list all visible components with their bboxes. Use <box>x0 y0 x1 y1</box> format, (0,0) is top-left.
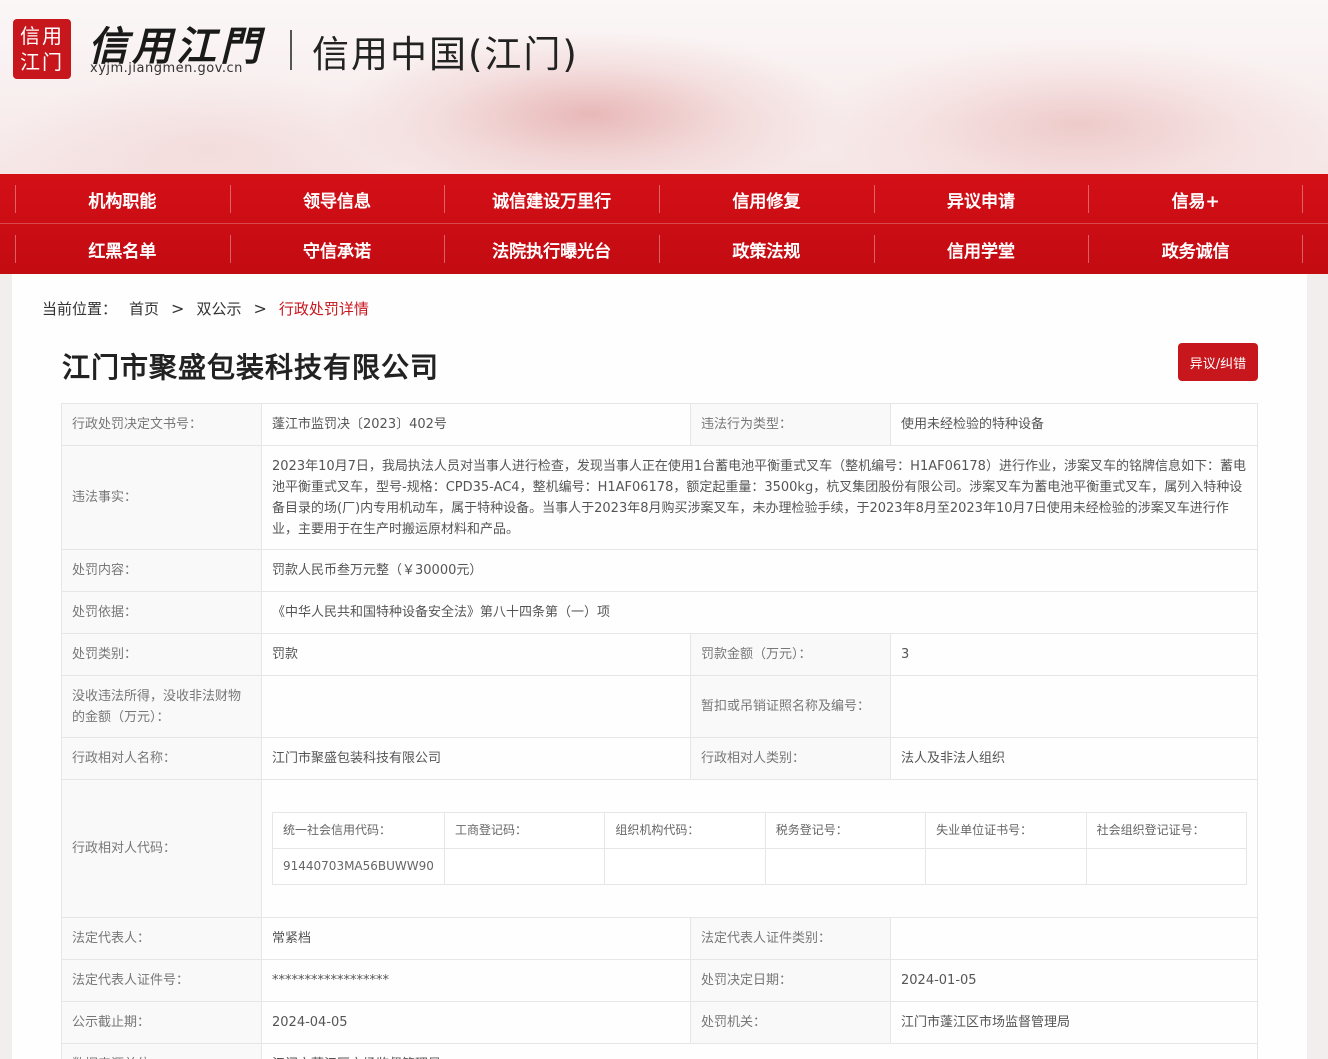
field-label: 违法事实： <box>61 445 262 550</box>
table-row: 行政相对人名称： 江门市聚盛包装科技有限公司 行政相对人类别： 法人及非法人组织 <box>61 737 1258 780</box>
table-row: 处罚内容： 罚款人民币叁万元整（￥30000元） <box>61 549 1258 592</box>
field-value: 法人及非法人组织 <box>890 737 1258 780</box>
nav-item[interactable]: 政策法规 <box>659 224 874 274</box>
nav-item[interactable]: 诚信建设万里行 <box>444 174 659 224</box>
code-header: 组织机构代码： <box>604 812 766 849</box>
field-label: 没收违法所得，没收非法财物的金额（万元）： <box>61 675 262 738</box>
field-label: 处罚内容： <box>61 549 262 592</box>
field-label: 处罚类别： <box>61 633 262 676</box>
field-label: 处罚决定日期： <box>690 959 891 1002</box>
main-nav: 机构职能 领导信息 诚信建设万里行 信用修复 异议申请 信易+ 红黑名单 守信承… <box>0 174 1328 274</box>
nav-item[interactable]: 机构职能 <box>15 174 230 224</box>
field-value: 罚款 <box>261 633 691 676</box>
site-title: 信用中国(江门) <box>312 33 579 76</box>
field-value <box>890 675 1258 738</box>
code-header: 统一社会信用代码： <box>272 812 445 849</box>
nav-item[interactable]: 守信承诺 <box>229 224 445 274</box>
code-header: 失业单位证书号： <box>925 812 1087 849</box>
logo-url: xyjm.jiangmen.gov.cn <box>90 61 243 76</box>
subtable-header-row: 统一社会信用代码： 工商登记码： 组织机构代码： 税务登记号： 失业单位证书号：… <box>272 812 1248 849</box>
field-value: 常紧档 <box>261 917 691 960</box>
table-row: 法定代表人： 常紧档 法定代表人证件类别： <box>61 917 1258 960</box>
banner-decoration <box>820 40 1328 174</box>
field-label: 行政相对人名称： <box>61 737 262 780</box>
logo-seal-icon[interactable]: 信用江门 <box>13 19 71 79</box>
field-label: 法定代表人证件类别： <box>690 917 891 960</box>
field-value: 使用未经检验的特种设备 <box>890 403 1258 446</box>
breadcrumb: 当前位置： 首页 > 双公示 > 行政处罚详情 <box>42 298 369 319</box>
objection-button[interactable]: 异议/纠错 <box>1178 343 1258 381</box>
nav-item[interactable]: 政务诚信 <box>1088 224 1303 274</box>
breadcrumb-label: 当前位置： <box>42 300 118 318</box>
table-row: 处罚依据： 《中华人民共和国特种设备安全法》第八十四条第（一）项 <box>61 591 1258 634</box>
field-label: 数据来源单位： <box>61 1043 262 1059</box>
table-row: 公示截止期： 2024-04-05 处罚机关： 江门市蓬江区市场监督管理局 <box>61 1001 1258 1044</box>
table-row: 法定代表人证件号： ****************** 处罚决定日期： 202… <box>61 959 1258 1002</box>
table-row: 违法事实： 2023年10月7日，我局执法人员对当事人进行检查，发现当事人正在使… <box>61 445 1258 550</box>
company-title: 江门市聚盛包装科技有限公司 <box>62 351 440 384</box>
subtable-value-row: 91440703MA56BUWW90 <box>272 848 1248 885</box>
breadcrumb-level1-link[interactable]: 双公示 <box>196 298 241 319</box>
breadcrumb-current: 行政处罚详情 <box>278 300 369 318</box>
logo-divider <box>290 30 292 70</box>
nav-item[interactable]: 领导信息 <box>229 174 445 224</box>
breadcrumb-separator: > <box>171 299 185 318</box>
field-label: 行政处罚决定文书号： <box>61 403 262 446</box>
field-label: 法定代表人证件号： <box>61 959 262 1002</box>
field-value: 2024-04-05 <box>261 1001 691 1044</box>
field-label: 行政相对人类别： <box>690 737 891 780</box>
nav-row-1: 机构职能 领导信息 诚信建设万里行 信用修复 异议申请 信易+ <box>15 174 1303 224</box>
field-value: 江门市聚盛包装科技有限公司 <box>261 737 691 780</box>
field-label: 暂扣或吊销证照名称及编号： <box>690 675 891 738</box>
code-value <box>1085 848 1248 885</box>
nav-item[interactable]: 信易+ <box>1088 174 1303 224</box>
field-label: 公示截止期： <box>61 1001 262 1044</box>
code-header: 工商登记码： <box>443 812 606 849</box>
field-label: 法定代表人： <box>61 917 262 960</box>
header-banner: 信用江门 信用江門 xyjm.jiangmen.gov.cn 信用中国(江门) <box>0 0 1328 174</box>
nav-row-2: 红黑名单 守信承诺 法院执行曝光台 政策法规 信用学堂 政务诚信 <box>15 224 1303 274</box>
code-value <box>764 848 927 885</box>
field-value: 罚款人民币叁万元整（￥30000元） <box>261 549 1258 592</box>
field-value: 江门市蓬江区市场监督管理局 <box>261 1043 1258 1059</box>
field-value <box>890 917 1258 960</box>
table-row: 没收违法所得，没收非法财物的金额（万元）： 暂扣或吊销证照名称及编号： <box>61 675 1258 738</box>
code-value <box>925 848 1087 885</box>
code-value <box>443 848 606 885</box>
code-header: 社会组织登记证号： <box>1085 812 1248 849</box>
field-label: 处罚依据： <box>61 591 262 634</box>
field-value: 蓬江市监罚决〔2023〕402号 <box>261 403 691 446</box>
field-value: ****************** <box>261 959 691 1002</box>
field-value: 2023年10月7日，我局执法人员对当事人进行检查，发现当事人正在使用1台蓄电池… <box>261 445 1258 550</box>
field-value: 2024-01-05 <box>890 959 1258 1002</box>
breadcrumb-separator: > <box>253 299 267 318</box>
field-value: 江门市蓬江区市场监督管理局 <box>890 1001 1258 1044</box>
breadcrumb-home-link[interactable]: 首页 <box>129 298 159 319</box>
content-panel: 当前位置： 首页 > 双公示 > 行政处罚详情 江门市聚盛包装科技有限公司 异议… <box>12 274 1307 1059</box>
code-value <box>604 848 766 885</box>
nav-item[interactable]: 异议申请 <box>873 174 1089 224</box>
field-label: 处罚机关： <box>690 1001 891 1044</box>
field-label: 违法行为类型： <box>690 403 891 446</box>
nav-item[interactable]: 红黑名单 <box>15 224 230 274</box>
penalty-detail-table: 行政处罚决定文书号： 蓬江市监罚决〔2023〕402号 违法行为类型： 使用未经… <box>61 403 1258 1059</box>
nav-item[interactable]: 法院执行曝光台 <box>444 224 659 274</box>
code-header: 税务登记号： <box>764 812 927 849</box>
field-value <box>261 675 691 738</box>
nav-item[interactable]: 信用学堂 <box>873 224 1089 274</box>
table-row: 行政处罚决定文书号： 蓬江市监罚决〔2023〕402号 违法行为类型： 使用未经… <box>61 403 1258 446</box>
table-row: 行政相对人代码： 统一社会信用代码： 工商登记码： 组织机构代码： 税务登记号：… <box>61 779 1258 918</box>
field-label: 行政相对人代码： <box>61 779 262 918</box>
party-code-subtable: 统一社会信用代码： 工商登记码： 组织机构代码： 税务登记号： 失业单位证书号：… <box>272 812 1248 885</box>
field-value: 《中华人民共和国特种设备安全法》第八十四条第（一）项 <box>261 591 1258 634</box>
logo-seal-text: 信用江门 <box>20 24 64 74</box>
field-label: 罚款金额（万元）： <box>690 633 891 676</box>
party-code-cell: 统一社会信用代码： 工商登记码： 组织机构代码： 税务登记号： 失业单位证书号：… <box>261 779 1258 918</box>
nav-item[interactable]: 信用修复 <box>659 174 874 224</box>
table-row: 数据来源单位： 江门市蓬江区市场监督管理局 <box>61 1043 1258 1059</box>
field-value: 3 <box>890 633 1258 676</box>
table-row: 处罚类别： 罚款 罚款金额（万元）： 3 <box>61 633 1258 676</box>
code-value: 91440703MA56BUWW90 <box>272 848 445 885</box>
